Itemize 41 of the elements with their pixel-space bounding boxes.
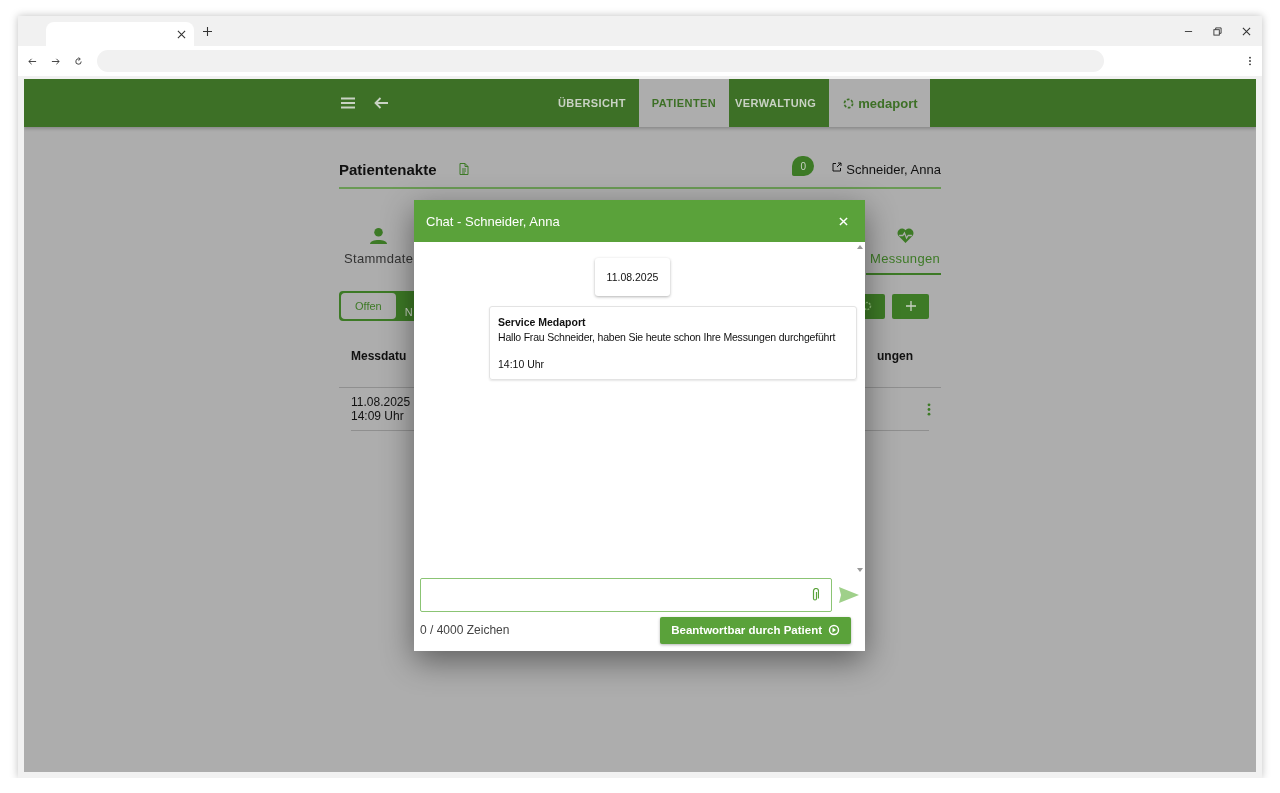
reload-icon[interactable] [74, 56, 83, 66]
reply-permission-button[interactable]: Beantwortbar durch Patient [660, 616, 851, 644]
character-counter: 0 / 4000 Zeichen [420, 623, 510, 637]
scroll-up-icon[interactable] [857, 245, 863, 249]
brand-logo[interactable]: medaport [829, 79, 930, 127]
column-header: Messdatu [351, 349, 407, 365]
close-icon[interactable] [177, 29, 186, 39]
plus-icon [904, 300, 917, 312]
logo-icon [843, 97, 855, 109]
external-link-icon[interactable] [832, 162, 843, 172]
record-title: Patientenakte [339, 160, 437, 178]
section-tab[interactable]: Stammdate [342, 227, 416, 275]
document-icon[interactable] [458, 163, 469, 175]
back-icon[interactable] [28, 56, 37, 66]
back-arrow-icon[interactable] [374, 97, 388, 109]
new-tab-icon[interactable] [203, 26, 212, 36]
patient-name[interactable]: Schneider, Anna [846, 161, 941, 177]
paperclip-icon[interactable] [811, 588, 819, 602]
nav-tab[interactable]: VERWALTUNG [729, 79, 823, 127]
scroll-down-icon[interactable] [857, 568, 863, 572]
chat-count-badge[interactable]: 0 [792, 156, 815, 176]
restore-icon[interactable] [1213, 26, 1222, 36]
date-text: 11.08.2025 [351, 395, 411, 409]
date-chip: 11.08.2025 [594, 258, 671, 296]
message-time: 14:10 Uhr [498, 358, 546, 370]
more-icon[interactable] [1248, 56, 1252, 66]
nav-tab[interactable]: ÜBERSICHT [552, 79, 632, 127]
forward-icon[interactable] [51, 56, 60, 66]
filter-toggle[interactable]: Offen [341, 293, 396, 319]
heart-icon [896, 227, 914, 244]
menu-icon[interactable] [341, 97, 355, 109]
dialog-title: Chat - Schneider, Anna [426, 213, 560, 229]
column-header: ungen [877, 349, 913, 365]
close-icon[interactable] [1242, 26, 1251, 36]
nav-tab[interactable]: PATIENTEN [638, 79, 730, 127]
time-text: 14:09 Uhr [351, 409, 405, 423]
person-icon [370, 227, 388, 244]
message-text: Hallo Frau Schneider, haben Sie heute schon Ihre Messungen durchgeführt [498, 331, 837, 343]
message-sender: Service Medaport [498, 316, 587, 328]
message-field[interactable] [420, 578, 832, 612]
add-button[interactable] [892, 293, 929, 319]
